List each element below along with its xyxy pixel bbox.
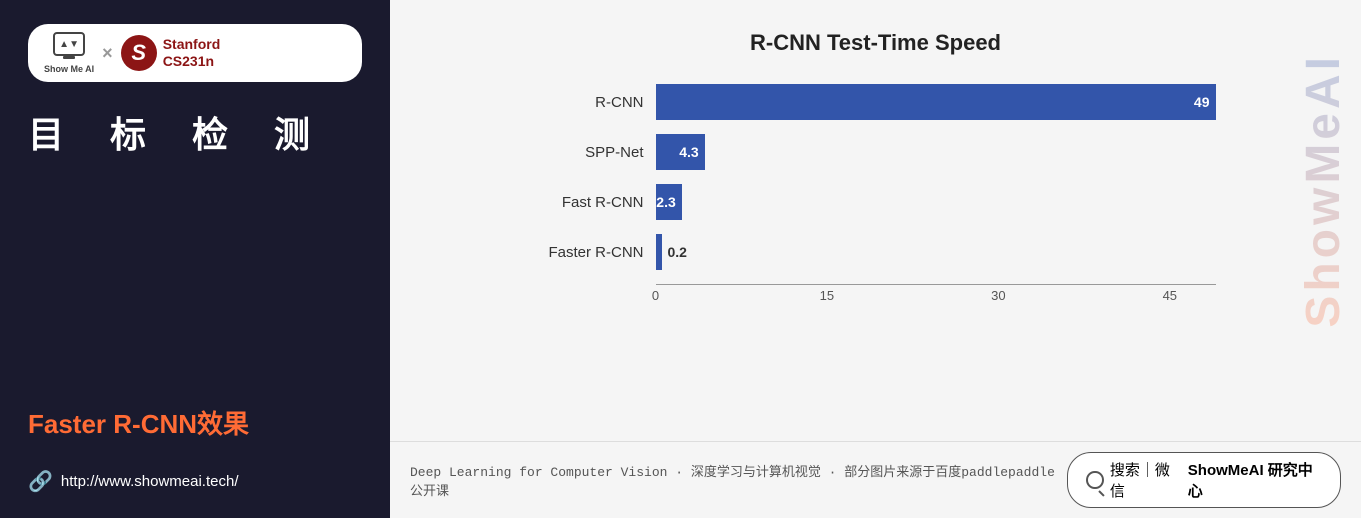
bar-row-fasterrcnn: Faster R-CNN 0.2 — [536, 234, 1216, 270]
stanford-s-icon: S — [121, 35, 157, 71]
bar-label-fasterrcnn: Faster R-CNN — [536, 244, 656, 261]
website-link[interactable]: 🔗 http://www.showmeai.tech/ — [28, 469, 362, 494]
bar-fill-fasterrcnn — [656, 234, 662, 270]
bar-container-sppnet: 4.3 — [656, 134, 1216, 170]
page-title-zh: 目 标 检 测 — [28, 106, 362, 158]
stanford-text: Stanford CS231n — [163, 36, 221, 71]
subtitle: Faster R-CNN效果 — [28, 404, 362, 441]
website-text: http://www.showmeai.tech/ — [61, 473, 239, 490]
bar-fill-rcnn: 49 — [656, 84, 1216, 120]
left-panel: ▲▼ Show Me AI × S Stanford CS231n 目 标 检 … — [0, 0, 390, 518]
bar-chart: R-CNN 49 SPP-Net 4.3 Fast R-CNN — [536, 84, 1216, 304]
bar-value-fastrcnn: 2.3 — [656, 194, 675, 210]
bar-row-rcnn: R-CNN 49 — [536, 84, 1216, 120]
logo-area: ▲▼ Show Me AI × S Stanford CS231n — [28, 24, 362, 82]
x-tick-0: 0 — [652, 288, 659, 303]
bar-container-fasterrcnn: 0.2 — [656, 234, 1216, 270]
x-tick-45: 45 — [1163, 288, 1177, 303]
x-tick-15: 15 — [820, 288, 834, 303]
cross-sign: × — [102, 43, 113, 64]
chart-title: R-CNN Test-Time Speed — [750, 30, 1001, 56]
bar-label-sppnet: SPP-Net — [536, 144, 656, 161]
bar-row-sppnet: SPP-Net 4.3 — [536, 134, 1216, 170]
bar-row-fastrcnn: Fast R-CNN 2.3 — [536, 184, 1216, 220]
right-panel: ShowMeAI R-CNN Test-Time Speed R-CNN 49 … — [390, 0, 1361, 518]
stanford-logo: S Stanford CS231n — [121, 35, 221, 71]
bar-value-sppnet: 4.3 — [679, 144, 698, 160]
bar-fill-fastrcnn: 2.3 — [656, 184, 682, 220]
link-icon: 🔗 — [28, 469, 53, 494]
search-badge[interactable]: 搜索｜微信 ShowMeAI 研究中心 — [1067, 452, 1341, 508]
search-label: 搜索｜微信 — [1110, 459, 1182, 501]
stanford-course: CS231n — [163, 53, 221, 71]
showmeai-label: Show Me AI — [44, 64, 94, 74]
bar-container-fastrcnn: 2.3 — [656, 184, 1216, 220]
bar-label-rcnn: R-CNN — [536, 94, 656, 111]
x-axis: 0 15 30 45 — [656, 284, 1216, 304]
bottom-description: Deep Learning for Computer Vision · 深度学习… — [410, 461, 1067, 499]
search-icon — [1086, 471, 1103, 489]
showmeai-logo: ▲▼ Show Me AI — [44, 32, 94, 74]
chart-area: ShowMeAI R-CNN Test-Time Speed R-CNN 49 … — [390, 0, 1361, 441]
bar-value-fasterrcnn: 0.2 — [668, 244, 687, 260]
bottom-bar: Deep Learning for Computer Vision · 深度学习… — [390, 441, 1361, 518]
bar-value-rcnn: 49 — [1194, 94, 1210, 110]
brand-name: ShowMeAI 研究中心 — [1188, 459, 1322, 501]
stanford-name: Stanford — [163, 36, 221, 54]
bar-fill-sppnet: 4.3 — [656, 134, 705, 170]
bar-label-fastrcnn: Fast R-CNN — [536, 194, 656, 211]
watermark: ShowMeAI — [1296, 0, 1351, 381]
x-tick-30: 30 — [991, 288, 1005, 303]
bar-container-rcnn: 49 — [656, 84, 1216, 120]
